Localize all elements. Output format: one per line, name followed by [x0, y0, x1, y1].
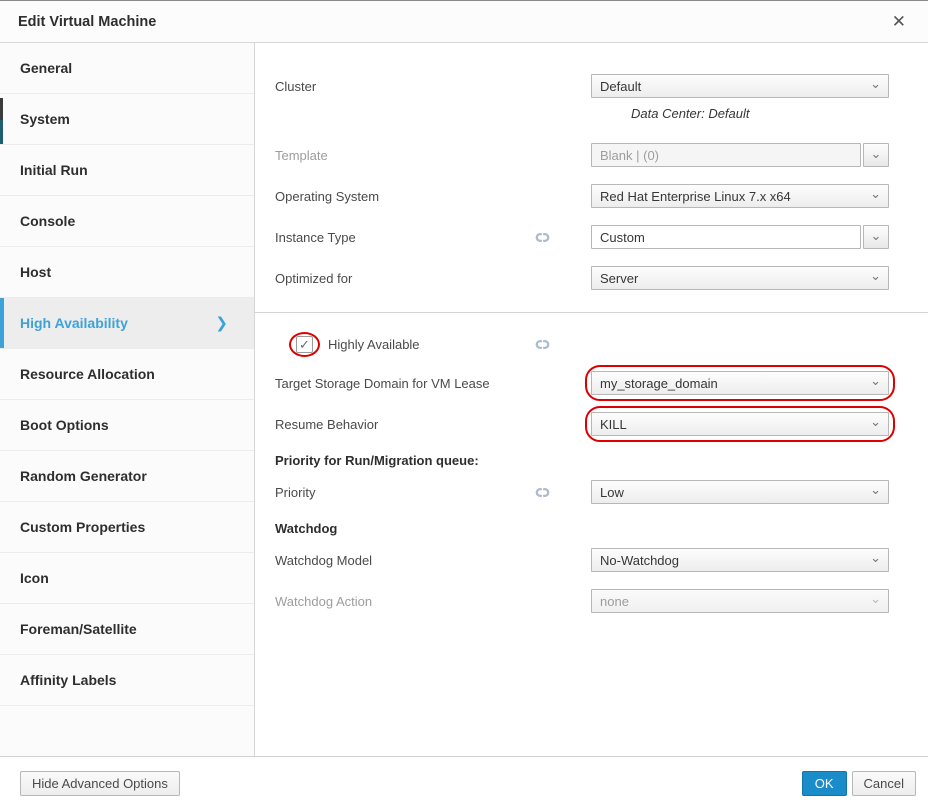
- template-input: Blank | (0): [591, 143, 861, 167]
- chevron-down-icon: ⌄: [870, 591, 881, 607]
- chevron-down-icon: ⌄: [871, 147, 882, 160]
- vm-lease-select[interactable]: my_storage_domain ⌄: [591, 371, 889, 395]
- chevron-down-icon: ⌄: [870, 268, 881, 284]
- priority-select[interactable]: Low ⌄: [591, 480, 889, 504]
- ok-button[interactable]: OK: [802, 771, 847, 796]
- sidebar-item-system[interactable]: System: [0, 94, 254, 145]
- sidebar-item-initial-run[interactable]: Initial Run: [0, 145, 254, 196]
- vm-lease-label: Target Storage Domain for VM Lease: [275, 376, 490, 391]
- hide-advanced-options-button[interactable]: Hide Advanced Options: [20, 771, 180, 796]
- sidebar-item-affinity-labels[interactable]: Affinity Labels: [0, 655, 254, 706]
- sidebar-item-host[interactable]: Host: [0, 247, 254, 298]
- resume-behavior-label: Resume Behavior: [275, 417, 378, 432]
- instance-type-label: Instance Type: [275, 230, 356, 245]
- settings-sidebar: General System Initial Run Console Host …: [0, 43, 255, 756]
- watchdog-action-label: Watchdog Action: [275, 594, 372, 609]
- highly-available-checkbox[interactable]: ✓: [296, 336, 313, 353]
- edit-vm-dialog: Edit Virtual Machine ✕ General System In…: [0, 0, 928, 809]
- sidebar-item-console[interactable]: Console: [0, 196, 254, 247]
- sidebar-item-general[interactable]: General: [0, 43, 254, 94]
- linked-fields-icon: [534, 339, 551, 350]
- watchdog-model-select[interactable]: No-Watchdog ⌄: [591, 548, 889, 572]
- instance-type-input[interactable]: Custom: [591, 225, 861, 249]
- instance-type-dropdown-button[interactable]: ⌄: [863, 225, 889, 249]
- watchdog-model-label: Watchdog Model: [275, 553, 372, 568]
- chevron-down-icon: ⌄: [870, 414, 881, 430]
- operating-system-select[interactable]: Red Hat Enterprise Linux 7.x x64 ⌄: [591, 184, 889, 208]
- template-label: Template: [275, 148, 328, 163]
- sidebar-item-foreman-satellite[interactable]: Foreman/Satellite: [0, 604, 254, 655]
- linked-fields-icon: [534, 487, 551, 498]
- chevron-down-icon: ⌄: [870, 373, 881, 389]
- cluster-label: Cluster: [275, 79, 316, 94]
- sidebar-item-random-generator[interactable]: Random Generator: [0, 451, 254, 502]
- sidebar-item-resource-allocation[interactable]: Resource Allocation: [0, 349, 254, 400]
- operating-system-label: Operating System: [275, 189, 379, 204]
- dialog-title: Edit Virtual Machine: [18, 14, 156, 30]
- close-icon[interactable]: ✕: [888, 11, 910, 32]
- dialog-footer: Hide Advanced Options OK Cancel: [0, 756, 928, 809]
- section-divider: [255, 312, 928, 313]
- cluster-select[interactable]: Default ⌄: [591, 74, 889, 98]
- chevron-down-icon: ⌄: [870, 482, 881, 498]
- priority-label: Priority: [275, 485, 315, 500]
- watchdog-heading: Watchdog: [255, 521, 928, 536]
- watchdog-action-select: none ⌄: [591, 589, 889, 613]
- optimized-for-label: Optimized for: [275, 271, 352, 286]
- chevron-right-icon: ❯: [215, 314, 228, 332]
- resume-behavior-select[interactable]: KILL ⌄: [591, 412, 889, 436]
- chevron-down-icon: ⌄: [871, 229, 882, 242]
- high-availability-panel: Cluster Default ⌄ Data Center: Default T…: [255, 43, 928, 756]
- highly-available-label: Highly Available: [328, 337, 420, 352]
- sidebar-item-custom-properties[interactable]: Custom Properties: [0, 502, 254, 553]
- sidebar-item-high-availability[interactable]: High Availability ❯: [0, 298, 254, 349]
- template-dropdown-button[interactable]: ⌄: [863, 143, 889, 167]
- red-circle-annotation: ✓: [289, 332, 320, 357]
- cancel-button[interactable]: Cancel: [852, 771, 916, 796]
- chevron-down-icon: ⌄: [870, 550, 881, 566]
- linked-fields-icon: [534, 232, 551, 243]
- data-center-note: Data Center: Default: [631, 106, 928, 121]
- chevron-down-icon: ⌄: [870, 76, 881, 92]
- sidebar-item-boot-options[interactable]: Boot Options: [0, 400, 254, 451]
- chevron-down-icon: ⌄: [870, 186, 881, 202]
- sidebar-item-icon[interactable]: Icon: [0, 553, 254, 604]
- priority-queue-heading: Priority for Run/Migration queue:: [255, 453, 928, 468]
- dialog-titlebar: Edit Virtual Machine ✕: [0, 1, 928, 43]
- optimized-for-select[interactable]: Server ⌄: [591, 266, 889, 290]
